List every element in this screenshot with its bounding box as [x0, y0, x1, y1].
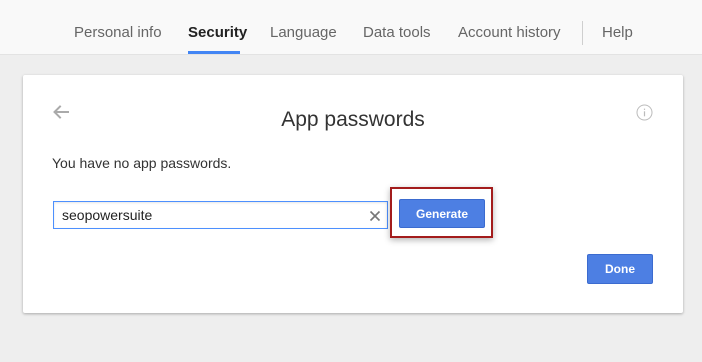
tab-personal-info[interactable]: Personal info	[74, 24, 162, 41]
top-navigation: Personal info Security Language Data too…	[0, 0, 702, 55]
app-name-input[interactable]	[54, 202, 362, 228]
app-passwords-card: App passwords You have no app passwords.…	[23, 75, 683, 313]
tab-security[interactable]: Security	[188, 24, 247, 41]
page-title: App passwords	[281, 108, 425, 131]
done-button[interactable]: Done	[587, 254, 653, 284]
tab-data-tools[interactable]: Data tools	[363, 24, 431, 41]
tab-account-history[interactable]: Account history	[458, 24, 561, 41]
close-icon[interactable]	[369, 209, 381, 222]
generate-button[interactable]: Generate	[399, 199, 485, 228]
info-circle-icon[interactable]	[636, 104, 653, 121]
active-tab-indicator	[188, 51, 240, 54]
empty-state-message: You have no app passwords.	[52, 155, 232, 171]
tab-help[interactable]: Help	[602, 24, 633, 41]
tab-language[interactable]: Language	[270, 24, 337, 41]
app-name-field	[53, 201, 388, 229]
nav-divider	[582, 21, 583, 45]
